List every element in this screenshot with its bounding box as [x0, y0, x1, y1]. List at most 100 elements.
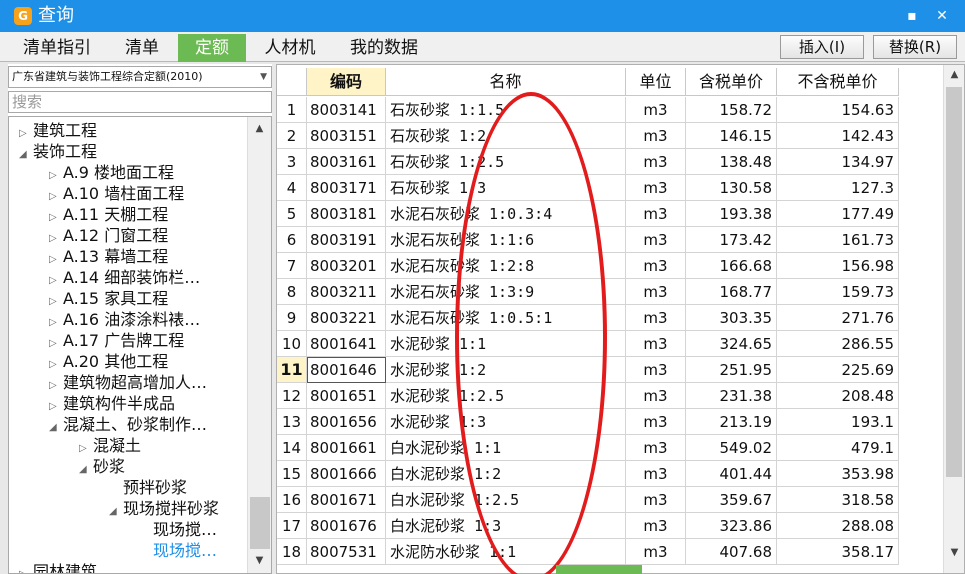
tab-bill-guide[interactable]: 清单指引: [10, 34, 104, 62]
row-number[interactable]: 7: [277, 253, 307, 279]
header-price-with-tax[interactable]: 含税单价: [686, 68, 777, 96]
code-cell[interactable]: 8003221: [307, 305, 386, 331]
name-cell[interactable]: 水泥防水砂浆 1:1: [386, 539, 626, 565]
tree-item[interactable]: ▷ A.16 油漆涂料裱…: [49, 309, 200, 330]
tree-item[interactable]: 现场搅…: [139, 519, 217, 540]
grid-scroll-thumb[interactable]: [946, 87, 962, 477]
price-without-tax-cell[interactable]: 318.58: [777, 487, 899, 513]
price-without-tax-cell[interactable]: 288.08: [777, 513, 899, 539]
unit-cell[interactable]: m3: [626, 357, 686, 383]
tree-item[interactable]: ◢ 装饰工程: [19, 141, 97, 162]
name-cell[interactable]: 水泥石灰砂浆 1:2:8: [386, 253, 626, 279]
price-with-tax-cell[interactable]: 231.38: [686, 383, 777, 409]
code-cell[interactable]: 8001656: [307, 409, 386, 435]
row-number[interactable]: 14: [277, 435, 307, 461]
table-row[interactable]: 13 8001656 水泥砂浆 1:3 m3 213.19 193.1: [277, 409, 899, 435]
row-number[interactable]: 15: [277, 461, 307, 487]
code-cell[interactable]: 8001646: [307, 357, 386, 383]
unit-cell[interactable]: m3: [626, 149, 686, 175]
row-number[interactable]: 3: [277, 149, 307, 175]
row-number[interactable]: 9: [277, 305, 307, 331]
scroll-thumb[interactable]: [250, 497, 270, 549]
name-cell[interactable]: 白水泥砂浆 1:3: [386, 513, 626, 539]
tree-item[interactable]: ▷ A.12 门窗工程: [49, 225, 168, 246]
dropdown-arrow-icon[interactable]: ▼: [260, 67, 267, 87]
table-row[interactable]: 10 8001641 水泥砂浆 1:1 m3 324.65 286.55: [277, 331, 899, 357]
header-price-without-tax[interactable]: 不含税单价: [777, 68, 899, 96]
unit-cell[interactable]: m3: [626, 123, 686, 149]
code-cell[interactable]: 8001661: [307, 435, 386, 461]
price-without-tax-cell[interactable]: 208.48: [777, 383, 899, 409]
search-input[interactable]: 搜索: [8, 91, 272, 113]
tree-item[interactable]: ▷ A.10 墙柱面工程: [49, 183, 184, 204]
tree-item[interactable]: ▷ A.13 幕墙工程: [49, 246, 168, 267]
table-row[interactable]: 6 8003191 水泥石灰砂浆 1:1:6 m3 173.42 161.73: [277, 227, 899, 253]
price-with-tax-cell[interactable]: 193.38: [686, 201, 777, 227]
tree-item[interactable]: ▷ A.11 天棚工程: [49, 204, 168, 225]
collapse-icon[interactable]: ◢: [109, 501, 123, 522]
name-cell[interactable]: 石灰砂浆 1:1.5: [386, 97, 626, 123]
code-cell[interactable]: 8001666: [307, 461, 386, 487]
tree-item[interactable]: ▷ A.15 家具工程: [49, 288, 168, 309]
table-row[interactable]: 2 8003151 石灰砂浆 1:2 m3 146.15 142.43: [277, 123, 899, 149]
unit-cell[interactable]: m3: [626, 487, 686, 513]
code-cell[interactable]: 8003211: [307, 279, 386, 305]
row-number[interactable]: 17: [277, 513, 307, 539]
price-without-tax-cell[interactable]: 177.49: [777, 201, 899, 227]
code-cell[interactable]: 8001676: [307, 513, 386, 539]
row-number[interactable]: 1: [277, 97, 307, 123]
scroll-up-icon[interactable]: ▲: [248, 119, 271, 139]
tree-item[interactable]: ▷ A.20 其他工程: [49, 351, 168, 372]
row-number[interactable]: 18: [277, 539, 307, 565]
tab-labor-material-machine[interactable]: 人材机: [250, 34, 330, 62]
name-cell[interactable]: 石灰砂浆 1:2: [386, 123, 626, 149]
tree-item[interactable]: ▷ 混凝土: [79, 435, 141, 456]
name-cell[interactable]: 白水泥砂浆 1:1: [386, 435, 626, 461]
minimize-icon[interactable]: ▪: [902, 6, 922, 26]
unit-cell[interactable]: m3: [626, 175, 686, 201]
unit-cell[interactable]: m3: [626, 331, 686, 357]
table-row[interactable]: 14 8001661 白水泥砂浆 1:1 m3 549.02 479.1: [277, 435, 899, 461]
code-cell[interactable]: 8003161: [307, 149, 386, 175]
code-cell[interactable]: 8003201: [307, 253, 386, 279]
code-cell[interactable]: 8001641: [307, 331, 386, 357]
name-cell[interactable]: 白水泥砂浆 1:2.5: [386, 487, 626, 513]
code-cell[interactable]: 8001651: [307, 383, 386, 409]
row-number[interactable]: 11: [277, 357, 307, 383]
row-number[interactable]: 10: [277, 331, 307, 357]
price-with-tax-cell[interactable]: 324.65: [686, 331, 777, 357]
tree-item[interactable]: ▷ 建筑物超高增加人…: [49, 372, 207, 393]
row-number[interactable]: 12: [277, 383, 307, 409]
tree-item[interactable]: ▷ A.9 楼地面工程: [49, 162, 174, 183]
unit-cell[interactable]: m3: [626, 201, 686, 227]
tree-item[interactable]: ▷ A.17 广告牌工程: [49, 330, 184, 351]
price-with-tax-cell[interactable]: 166.68: [686, 253, 777, 279]
tree-item[interactable]: ▷ 建筑工程: [19, 120, 97, 141]
row-number[interactable]: 13: [277, 409, 307, 435]
price-with-tax-cell[interactable]: 359.67: [686, 487, 777, 513]
table-row[interactable]: 1 8003141 石灰砂浆 1:1.5 m3 158.72 154.63: [277, 97, 899, 123]
price-without-tax-cell[interactable]: 286.55: [777, 331, 899, 357]
code-cell[interactable]: 8003181: [307, 201, 386, 227]
unit-cell[interactable]: m3: [626, 253, 686, 279]
row-number[interactable]: 2: [277, 123, 307, 149]
table-row[interactable]: 7 8003201 水泥石灰砂浆 1:2:8 m3 166.68 156.98: [277, 253, 899, 279]
price-without-tax-cell[interactable]: 358.17: [777, 539, 899, 565]
code-cell[interactable]: 8003171: [307, 175, 386, 201]
code-cell[interactable]: 8003141: [307, 97, 386, 123]
table-row[interactable]: 17 8001676 白水泥砂浆 1:3 m3 323.86 288.08: [277, 513, 899, 539]
tree-item[interactable]: 预拌砂浆: [109, 477, 187, 498]
price-with-tax-cell[interactable]: 168.77: [686, 279, 777, 305]
price-without-tax-cell[interactable]: 134.97: [777, 149, 899, 175]
tree-item[interactable]: ◢ 砂浆: [79, 456, 125, 477]
name-cell[interactable]: 石灰砂浆 1:3: [386, 175, 626, 201]
price-with-tax-cell[interactable]: 173.42: [686, 227, 777, 253]
price-without-tax-cell[interactable]: 142.43: [777, 123, 899, 149]
table-row[interactable]: 18 8007531 水泥防水砂浆 1:1 m3 407.68 358.17: [277, 539, 899, 565]
code-cell[interactable]: 8001671: [307, 487, 386, 513]
name-cell[interactable]: 水泥石灰砂浆 1:0.3:4: [386, 201, 626, 227]
collapse-icon[interactable]: ◢: [49, 417, 63, 438]
code-cell[interactable]: 8003151: [307, 123, 386, 149]
price-without-tax-cell[interactable]: 127.3: [777, 175, 899, 201]
unit-cell[interactable]: m3: [626, 435, 686, 461]
